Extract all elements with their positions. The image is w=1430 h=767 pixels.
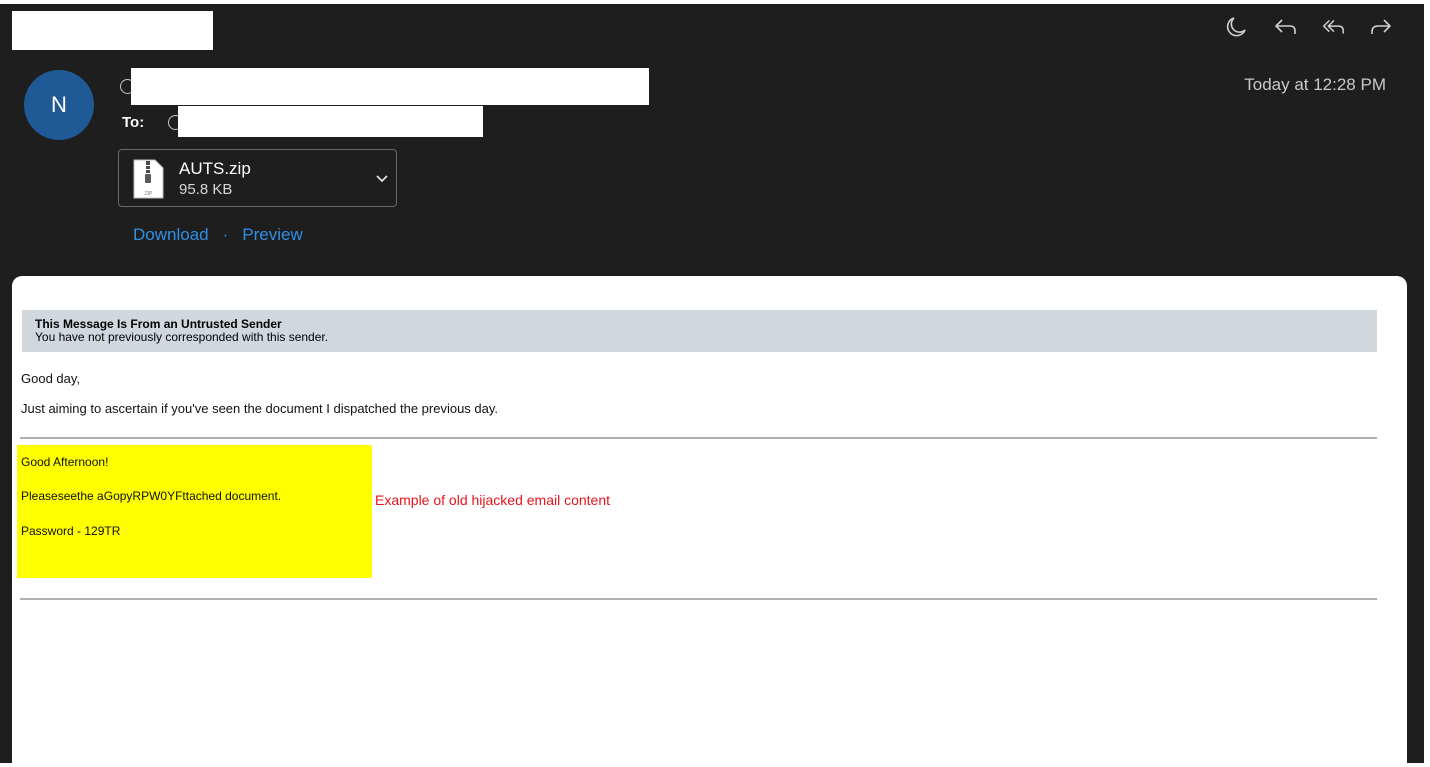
attachment-name: AUTS.zip [179,159,251,178]
chevron-down-icon[interactable] [374,170,390,186]
download-link[interactable]: Download [133,225,209,244]
message-timestamp: Today at 12:28 PM [1244,75,1386,94]
message-line: Just aiming to ascertain if you've seen … [21,401,499,416]
quoted-greeting: Good Afternoon! [21,455,109,469]
banner-subtitle: You have not previously corresponded wit… [35,330,329,344]
reply-all-icon[interactable] [1320,14,1346,40]
avatar: N [24,70,94,140]
attachment-actions: Download · Preview [133,225,303,245]
divider [20,437,1377,439]
redacted-sender [131,68,649,105]
attachment-card[interactable]: ZIP AUTS.zip 95.8 KB [118,149,397,207]
message-greeting: Good day, [21,371,81,386]
preview-link[interactable]: Preview [242,225,302,244]
attachment-size: 95.8 KB [179,181,233,198]
message-body: This Message Is From an Untrusted Sender… [12,276,1407,767]
message-toolbar [1224,14,1394,40]
quoted-line: Pleaseseethe aGopyRPW0YFttached document… [21,489,282,503]
forward-icon[interactable] [1368,14,1394,40]
zip-label: ZIP [145,191,153,197]
annotation-note: Example of old hijacked email content [375,492,611,508]
moon-icon[interactable] [1224,14,1250,40]
redacted-subject [12,11,213,50]
link-separator: · [222,225,229,244]
reply-icon[interactable] [1272,14,1298,40]
redacted-recipient [178,106,483,137]
mail-window: N To: Today at 12:28 PM ZIP AUTS.zip 95.… [0,4,1424,767]
untrusted-sender-banner: This Message Is From an Untrusted Sender… [22,310,1377,352]
highlighted-quoted-content: Good Afternoon! Pleaseseethe aGopyRPW0YF… [17,445,372,578]
quoted-password: Password - 129TR [21,524,121,538]
to-label: To: [122,114,145,131]
divider [20,598,1377,600]
zip-file-icon: ZIP [133,159,164,199]
